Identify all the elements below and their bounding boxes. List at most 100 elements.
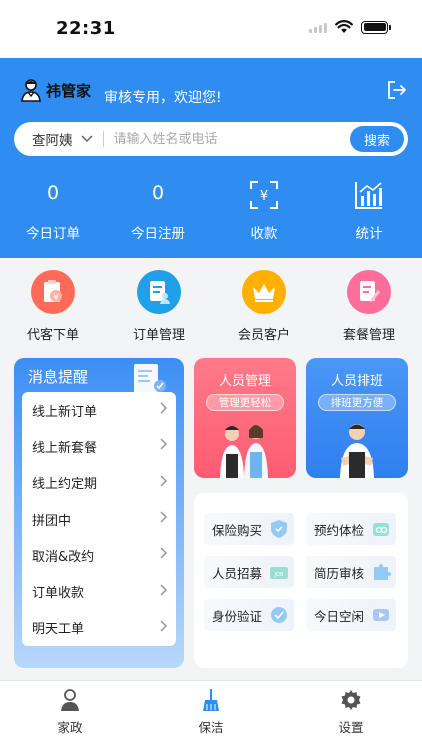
quick-action-label: 代客下单: [26, 328, 79, 343]
stat-today-registrations[interactable]: 0 今日注册: [113, 178, 203, 242]
service-label: 身份验证: [212, 608, 263, 624]
stat-label: 今日注册: [131, 226, 185, 242]
service-health-check[interactable]: 预约体检: [306, 513, 396, 545]
chevron-right-icon: [160, 620, 168, 636]
tab-bar: 家政 保洁 设置: [0, 680, 422, 750]
message-item[interactable]: 订单收款: [22, 573, 176, 609]
message-item[interactable]: 线上新套餐: [22, 428, 176, 464]
quick-action-label: 订单管理: [132, 328, 185, 343]
card-title: 人员排班: [330, 374, 383, 389]
tab-cleaning[interactable]: 保洁: [171, 687, 251, 736]
wifi-icon: [335, 20, 353, 33]
stat-payment[interactable]: ¥ 收款: [219, 178, 309, 242]
stats-row: 0 今日订单 0 今日注册 ¥ 收款 统计: [0, 178, 422, 248]
tab-label: 保洁: [198, 720, 224, 735]
quick-action-label: 套餐管理: [342, 328, 395, 343]
nanny-icon: [30, 687, 110, 713]
scan-pay-icon: ¥: [219, 178, 309, 212]
search-bar: 查阿姨 搜索: [14, 122, 408, 156]
stat-label: 收款: [250, 226, 278, 242]
brand: 祎管家: [20, 78, 91, 102]
stat-today-orders[interactable]: 0 今日订单: [8, 178, 98, 242]
health-check-icon: [373, 523, 389, 536]
quick-action-label: 会员客户: [237, 328, 290, 343]
service-label: 今日空闲: [314, 608, 365, 624]
play-icon: [373, 609, 389, 621]
message-item[interactable]: 取消&改约: [22, 537, 176, 573]
tab-label: 家政: [57, 720, 83, 735]
bar-chart-icon: [324, 178, 414, 212]
service-staff-recruitment[interactable]: 人员招募 JOB: [204, 556, 294, 588]
service-resume-review[interactable]: 简历审核: [306, 556, 396, 588]
status-bar: 22:31: [0, 0, 422, 58]
tab-label: 设置: [338, 720, 364, 735]
quick-action-proxy-order[interactable]: ¥ 代客下单: [13, 270, 93, 343]
chevron-right-icon: [160, 584, 168, 600]
chevron-right-icon: [160, 475, 168, 491]
edit-doc-icon: [347, 270, 391, 314]
message-item[interactable]: 拼团中: [22, 501, 176, 537]
status-icons: [309, 20, 391, 34]
tab-settings[interactable]: 设置: [311, 687, 391, 736]
service-label: 保险购买: [212, 522, 263, 538]
staff-schedule-card[interactable]: 人员排班 排班更方便: [306, 358, 408, 478]
stat-label: 统计: [355, 226, 383, 242]
service-label: 人员招募: [212, 565, 263, 581]
battery-icon: [361, 20, 391, 34]
message-list: 线上新订单 线上新套餐 线上约定期 拼团中 取消&改约 订单收款 明天工单: [22, 392, 176, 646]
chevron-right-icon: [160, 547, 168, 563]
stat-statistics[interactable]: 统计: [324, 178, 414, 242]
tab-housekeeping[interactable]: 家政: [30, 687, 110, 736]
doc-user-icon: [137, 270, 181, 314]
message-item[interactable]: 明天工单: [22, 610, 176, 646]
message-item-label: 线上新套餐: [32, 440, 98, 456]
cellular-signal-icon: [309, 21, 327, 33]
service-available-today[interactable]: 今日空闲: [306, 599, 396, 631]
chevron-right-icon: [160, 402, 168, 418]
stat-value: 0: [151, 182, 165, 204]
id-verify-icon: [271, 607, 287, 623]
nanny-logo-icon: [21, 79, 41, 102]
service-label: 简历审核: [314, 565, 365, 581]
search-filter-label: 查阿姨: [32, 133, 73, 149]
services-panel: 保险购买 预约体检 人员招募 JOB 简历审核 身份验证 今日空闲: [194, 493, 408, 668]
quick-actions: ¥ 代客下单 订单管理 会员客户 套餐管理: [0, 258, 422, 352]
message-item-label: 明天工单: [32, 622, 85, 638]
shield-icon: [271, 520, 287, 538]
order-yen-icon: ¥: [31, 270, 75, 314]
divider: [102, 131, 104, 147]
message-item-label: 取消&改约: [32, 549, 95, 565]
broom-icon: [171, 687, 251, 713]
message-item[interactable]: 线上新订单: [22, 392, 176, 428]
status-time: 22:31: [56, 18, 116, 39]
message-reminders-panel: 消息提醒 线上新订单 线上新套餐 线上约定期 拼团中 取消&改约 订单收款 明天…: [14, 358, 184, 668]
quick-action-package-management[interactable]: 套餐管理: [329, 270, 409, 343]
puzzle-icon: [374, 564, 391, 580]
welcome-text: 审核专用，欢迎您!: [104, 90, 222, 106]
search-button[interactable]: 搜索: [350, 126, 404, 152]
header-panel: 祎管家 审核专用，欢迎您! 查阿姨 搜索 0 今日订单 0 今日注册: [0, 58, 422, 258]
message-item[interactable]: 线上约定期: [22, 465, 176, 501]
svg-text:¥: ¥: [260, 189, 268, 204]
search-input[interactable]: [113, 131, 344, 147]
chevron-down-icon: [80, 135, 93, 143]
service-insurance-purchase[interactable]: 保险购买: [204, 513, 294, 545]
staff-illustration-icon: [220, 425, 268, 478]
crown-icon: [242, 270, 286, 314]
card-tag: 管理更轻松: [206, 394, 284, 411]
search-filter-select[interactable]: 查阿姨: [32, 129, 93, 149]
svg-text:¥: ¥: [53, 293, 59, 303]
message-item-label: 拼团中: [32, 513, 72, 529]
logout-icon[interactable]: [386, 80, 408, 100]
svg-text:JOB: JOB: [274, 572, 284, 578]
quick-action-order-management[interactable]: 订单管理: [119, 270, 199, 343]
job-icon: JOB: [270, 567, 288, 579]
stat-label: 今日订单: [26, 226, 80, 242]
chevron-right-icon: [160, 438, 168, 454]
staff-illustration-icon: [340, 424, 374, 478]
quick-action-members[interactable]: 会员客户: [224, 270, 304, 343]
stat-value: 0: [46, 182, 60, 204]
service-identity-verification[interactable]: 身份验证: [204, 599, 294, 631]
staff-management-card[interactable]: 人员管理 管理更轻松: [194, 358, 296, 478]
message-reminders-title: 消息提醒: [28, 368, 89, 386]
